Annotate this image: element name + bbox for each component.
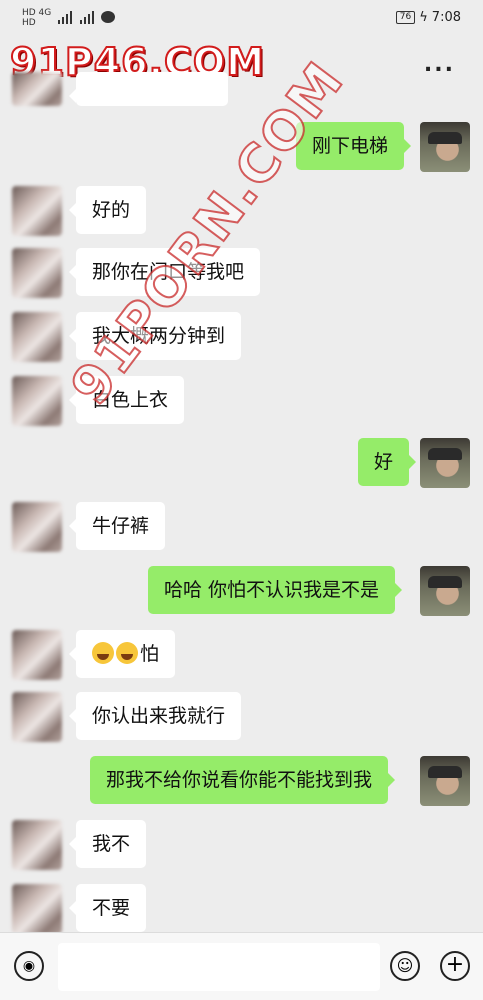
clock: 7:08 (431, 10, 461, 25)
avatar[interactable] (12, 820, 62, 870)
avatar[interactable] (12, 186, 62, 236)
tears-of-joy-emoji-icon (116, 642, 138, 664)
input-bar: ◉ ☺ + (0, 932, 483, 1000)
avatar[interactable] (12, 72, 62, 106)
chat-screen: HD 4G HD 76 ϟ 7:08 91P46.COM ... 刚下电梯 好的… (0, 0, 483, 1000)
avatar[interactable] (12, 312, 62, 362)
signal-icon (58, 11, 115, 24)
status-bar: HD 4G HD 76 ϟ 7:08 (0, 0, 483, 34)
avatar[interactable] (420, 756, 470, 806)
avatar[interactable] (12, 248, 62, 298)
message-bubble: 你认出来我就行 (68, 692, 242, 740)
message-bubble: 不要 (68, 884, 147, 932)
charging-icon: ϟ (419, 10, 428, 25)
message-bubble: 好的 (68, 186, 147, 234)
message-input[interactable] (58, 943, 380, 991)
message-bubble: 怕 (68, 630, 176, 678)
status-right: 76 ϟ 7:08 (395, 10, 461, 25)
avatar[interactable] (420, 438, 470, 488)
more-dots-icon[interactable]: ... (424, 52, 455, 77)
message-bubble: 那我不给你说看你能不能找到我 (90, 756, 396, 804)
message-bubble: 我不 (68, 820, 147, 868)
smiley-icon[interactable]: ☺ (390, 951, 420, 981)
message-bubble (69, 72, 228, 106)
message-bubble: 好 (358, 438, 417, 486)
avatar[interactable] (420, 566, 470, 616)
tears-of-joy-emoji-icon (92, 642, 114, 664)
message-bubble: 哈哈 你怕不认识我是不是 (148, 566, 403, 614)
message-text: 怕 (140, 643, 160, 665)
voice-icon[interactable]: ◉ (14, 951, 44, 981)
battery-indicator: 76 (395, 11, 416, 24)
avatar[interactable] (12, 884, 62, 934)
message-bubble: 牛仔裤 (68, 502, 166, 550)
avatar[interactable] (12, 630, 62, 680)
network-status: HD 4G HD (22, 8, 52, 28)
avatar[interactable] (12, 502, 62, 552)
avatar[interactable] (12, 692, 62, 742)
avatar[interactable] (420, 122, 470, 172)
plus-icon[interactable]: + (440, 951, 470, 981)
avatar[interactable] (12, 376, 62, 426)
